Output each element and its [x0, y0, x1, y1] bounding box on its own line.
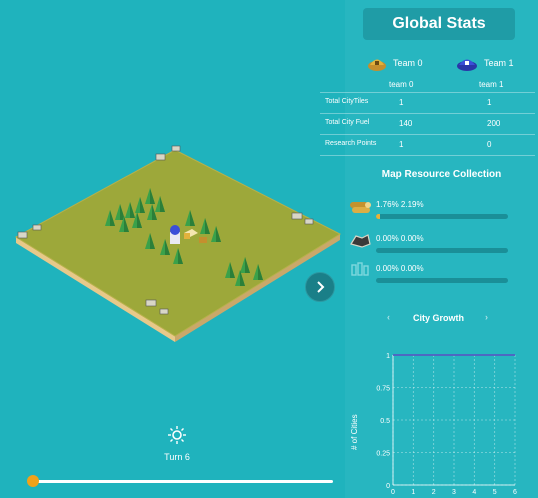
coal-icon [350, 234, 371, 248]
divider [320, 155, 535, 156]
stat-label: Total CityTiles [325, 98, 369, 105]
stat-team1-value: 200 [487, 119, 501, 128]
chevron-right-icon [317, 281, 325, 293]
team0-header: Team 0 [367, 54, 423, 72]
next-button[interactable] [305, 272, 335, 302]
growth-prev-button[interactable]: ‹ [387, 312, 390, 322]
chart-ytick-label: 0.25 [376, 451, 390, 458]
turn-slider-track[interactable] [28, 480, 333, 483]
team1-name: Team 1 [484, 58, 514, 68]
stat-label: Research Points [325, 140, 377, 147]
resource-wood-text: 1.76% 2.19% [376, 200, 424, 209]
chart-xtick-label: 2 [432, 489, 436, 495]
divider [320, 113, 535, 114]
resource-coal-text: 0.00% 0.00% [376, 234, 424, 243]
sun-icon [168, 426, 186, 444]
stat-label: Total City Fuel [325, 119, 370, 126]
chart-ytick-label: 0 [386, 483, 390, 490]
resource-coal-bar [376, 248, 508, 253]
team1-header: Team 1 [456, 54, 514, 72]
chart-xtick-label: 6 [513, 489, 517, 495]
turn-slider-thumb[interactable] [27, 475, 40, 487]
growth-next-button[interactable]: › [485, 312, 488, 322]
panel-title: Global Stats [363, 8, 515, 40]
resource-wood-fill [376, 214, 380, 219]
stat-team1-value: 0 [487, 140, 492, 149]
team1-sub: team 1 [479, 80, 504, 89]
resource-uranium-text: 0.00% 0.00% [376, 264, 424, 273]
chart-ytick-label: 1 [386, 353, 390, 360]
wood-icon [350, 202, 371, 213]
resource-title: Map Resource Collection [381, 169, 502, 180]
divider [320, 134, 535, 135]
chart-ytick-label: 0.5 [380, 418, 390, 425]
resource-wood-bar [376, 214, 508, 219]
chart-xtick-label: 3 [452, 489, 456, 495]
stat-team0-value: 140 [399, 119, 413, 128]
growth-chart: 1 0.75 0.5 0.25 00 1 2 3 4 5 6 # of Cities [350, 353, 517, 495]
resource-uranium-bar [376, 278, 508, 283]
stat-team0-value: 1 [399, 98, 404, 107]
stat-team1-value: 1 [487, 98, 492, 107]
chart-xtick-label: 5 [493, 489, 497, 495]
chart-ylabel: # of Cities [350, 414, 359, 450]
team0-sub: team 0 [389, 80, 414, 89]
uranium-icon [351, 262, 369, 276]
chart-xtick-label: 0 [391, 489, 395, 495]
team0-name: Team 0 [393, 58, 423, 68]
team1-unit[interactable] [170, 225, 180, 244]
chart-xtick-label: 4 [472, 489, 476, 495]
turn-label: Turn 6 [164, 452, 190, 462]
team1-city-icon [457, 59, 477, 71]
turn-indicator: Turn 6 [150, 425, 204, 462]
growth-title: City Growth [413, 313, 464, 323]
team0-city-icon [368, 59, 386, 71]
divider [320, 92, 535, 93]
game-map[interactable] [0, 0, 345, 420]
chart-xtick-label: 1 [411, 489, 415, 495]
stat-team0-value: 1 [399, 140, 404, 149]
chart-ytick-label: 0.75 [376, 386, 390, 393]
